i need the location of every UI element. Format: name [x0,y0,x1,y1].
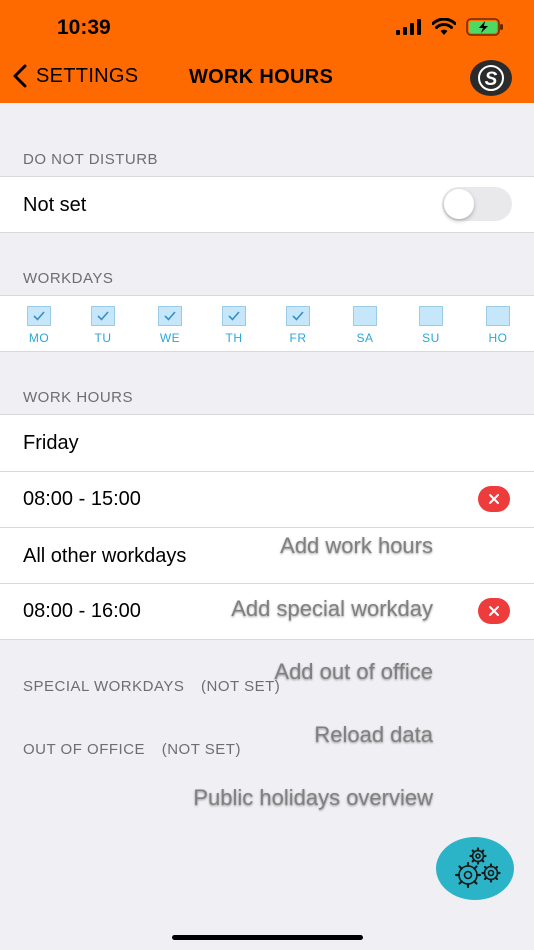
top-bar: 10:39 SETTINGS WORK HOURS S [0,0,534,103]
delete-workdays-hours-button[interactable] [478,598,510,624]
dnd-cell: Not set [0,176,534,233]
workdays-section-header: WORKDAYS [23,270,114,287]
reload-data-action[interactable]: Reload data [314,722,433,748]
checkmark-icon [33,311,45,321]
work-hours-group-label: All other workdays [23,545,187,567]
cellular-signal-icon [396,19,421,35]
day-checkbox [286,306,310,326]
day-label: FR [289,331,307,345]
add-special-workday-action[interactable]: Add special workday [231,596,433,622]
day-checkbox [222,306,246,326]
row-divider [0,527,534,528]
day-checkbox [158,306,182,326]
day-label: WE [159,331,181,345]
special-workdays-label: SPECIAL WORKDAYS [23,678,185,695]
out-of-office-label: OUT OF OFFICE [23,741,146,758]
wifi-icon [432,18,456,35]
day-label: SU [422,331,440,345]
close-icon [489,494,499,504]
day-checkbox [353,306,377,326]
brand-logo[interactable]: S [470,60,512,96]
day-checkbox [91,306,115,326]
out-of-office-status: (NOT SET) [161,741,241,758]
day-toggle-su[interactable]: SU [416,306,446,345]
day-label: SA [356,331,374,345]
day-toggle-fr[interactable]: FR [283,306,313,345]
special-workdays-section-header: SPECIAL WORKDAYS (NOT SET) [23,678,280,695]
checkmark-icon [292,311,304,321]
home-indicator [172,935,363,940]
special-workdays-status: (NOT SET) [201,678,281,695]
dnd-section-header: DO NOT DISTURB [23,151,159,168]
battery-charging-icon [466,18,503,36]
day-label: TH [225,331,243,345]
toggle-knob [444,189,474,219]
work-hours-time-range[interactable]: 08:00 - 16:00 [23,600,141,623]
brand-s-icon: S [478,65,504,91]
day-label: MO [28,331,50,345]
out-of-office-section-header: OUT OF OFFICE (NOT SET) [23,741,241,758]
chevron-left-icon [13,64,27,88]
row-divider [0,471,534,472]
delete-friday-hours-button[interactable] [478,486,510,512]
public-holidays-overview-action[interactable]: Public holidays overview [193,785,433,811]
status-time: 10:39 [57,16,111,39]
dnd-toggle[interactable] [442,187,512,221]
checkmark-icon [228,311,240,321]
gears-icon [454,846,501,888]
checkmark-icon [164,311,176,321]
day-label: TU [94,331,112,345]
workdays-cell: MO TU WE TH FR SA SU HO [0,295,534,352]
work-hours-group-label: Friday [23,432,79,454]
day-toggle-mo[interactable]: MO [24,306,54,345]
day-toggle-we[interactable]: WE [155,306,185,345]
add-work-hours-action[interactable]: Add work hours [280,533,433,559]
status-icons [396,18,504,36]
close-icon [489,606,499,616]
dnd-value: Not set [23,194,87,216]
work-hours-section-header: WORK HOURS [23,389,133,406]
day-toggle-ho[interactable]: HO [483,306,513,345]
page-title: WORK HOURS [189,66,334,88]
settings-fab-button[interactable] [436,837,514,900]
day-checkbox [486,306,510,326]
back-label: SETTINGS [36,64,139,87]
svg-text:S: S [485,69,498,90]
day-label: HO [488,331,508,345]
day-toggle-tu[interactable]: TU [88,306,118,345]
day-checkbox [419,306,443,326]
work-hours-time-range[interactable]: 08:00 - 15:00 [23,488,141,511]
day-toggle-th[interactable]: TH [219,306,249,345]
row-divider [0,583,534,584]
back-button[interactable]: SETTINGS [12,64,138,88]
day-checkbox [27,306,51,326]
checkmark-icon [97,311,109,321]
add-out-of-office-action[interactable]: Add out of office [274,659,433,685]
day-toggle-sa[interactable]: SA [350,306,380,345]
